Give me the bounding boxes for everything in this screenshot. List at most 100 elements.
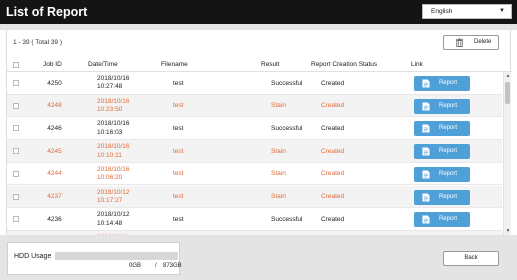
row-status: Created [321,79,345,87]
row-checkbox[interactable] [13,102,19,109]
delete-button[interactable]: Delete [443,35,499,50]
report-table-body: 4250 2018/10/16 10:27:48 test Successful Crea… [7,72,502,235]
row-filename: test [173,102,184,110]
report-list-panel: 1 - 39 ( Total 39 ) Delete Job ID Date/T… [6,30,512,235]
scrollbar-thumb[interactable] [505,82,510,104]
row-job-id: 4248 [47,102,62,110]
hdd-usage-label: HDD Usage [14,253,52,260]
report-button-label: Report [439,170,458,177]
row-result: Successful [271,215,303,223]
report-button-label: Report [439,125,458,132]
trash-icon [455,38,464,47]
row-datetime: 2018/10/16 10:27:48 [97,75,130,92]
hdd-usage-bar [55,252,178,260]
row-date: 2018/10/16 [97,120,130,128]
column-header-status[interactable]: Report Creation Status [311,58,377,72]
scroll-up-icon[interactable]: ▲ [504,72,512,80]
report-button[interactable]: Report [414,121,470,137]
hdd-separator: / [155,263,157,269]
row-status: Created [321,124,345,132]
table-row: 4244 2018/10/16 10:06:20 test Stain Created Re… [7,163,502,186]
row-date: 2018/10/16 [97,75,130,82]
report-button[interactable]: Report [414,76,470,91]
document-icon [422,102,430,111]
page-title: List of Report [6,5,88,19]
document-icon [422,193,430,201]
chevron-down-icon: ▼ [499,8,505,14]
column-header-link: Link [411,61,423,68]
row-time: 10:16:03 [97,128,123,136]
document-icon [422,170,430,179]
row-time: 10:23:50 [97,106,123,114]
row-datetime: 2018/10/16 10:23:50 [97,98,130,115]
row-filename: test [173,170,184,178]
row-time: 10:27:48 [97,83,123,91]
row-job-id: 4250 [47,79,62,87]
report-button[interactable]: Report [414,212,470,228]
row-time: 10:14:48 [97,219,123,227]
column-header-job-id[interactable]: Job ID [43,58,62,72]
row-date: 2018/10/12 [97,188,130,196]
select-all-checkbox[interactable] [13,62,19,68]
row-datetime: 2018/10/12 10:17:27 [97,189,130,206]
row-checkbox[interactable] [13,125,19,132]
report-button-label: Report [439,193,458,200]
scroll-down-icon[interactable]: ▼ [504,227,512,235]
row-result: Stain [271,102,286,110]
row-checkbox[interactable] [13,80,19,86]
record-count: 1 - 39 ( Total 39 ) [13,39,63,46]
report-button[interactable]: Report [414,189,470,205]
row-filename: test [173,147,184,155]
hdd-usage-panel: HDD Usage 0GB / 873GB [7,242,182,275]
title-bar: List of Report English ▼ [0,0,517,24]
row-filename: test [173,193,184,200]
row-checkbox[interactable] [13,148,19,155]
report-button-label: Report [439,148,458,155]
row-time: 10:06:20 [97,174,123,182]
column-header-result[interactable]: Result [261,58,279,72]
table-row: 4236 2018/10/12 10:14:48 test Successful Crea… [7,208,502,231]
row-filename: test [173,124,184,132]
row-result: Stain [271,193,286,200]
row-date: 2018/10/16 [97,143,130,151]
row-job-id: 4244 [47,170,62,178]
row-job-id: 4237 [47,193,62,200]
document-icon [422,215,430,224]
language-select[interactable]: English ▼ [422,4,512,19]
report-button-label: Report [439,80,458,86]
table-row: 4245 2018/10/16 10:10:11 test Stain Created Re… [7,140,502,163]
row-job-id: 4245 [47,147,62,155]
column-header-filename[interactable]: Filename [161,58,188,72]
table-row: 4250 2018/10/16 10:27:48 test Successful Crea… [7,72,502,95]
report-button[interactable]: Report [414,98,470,114]
table-header: Job ID Date/Time Filename Result Report … [7,58,512,72]
row-checkbox[interactable] [13,216,19,223]
column-header-datetime[interactable]: Date/Time [88,58,118,72]
report-button-label: Report [439,216,458,223]
back-button[interactable]: Back [443,251,499,266]
hdd-used-value: 0GB [129,263,142,269]
row-time: 10:10:11 [97,151,122,159]
row-date: 2018/10/16 [97,165,130,173]
row-checkbox[interactable] [13,193,19,200]
row-datetime: 2018/10/16 10:10:11 [97,143,130,160]
report-button[interactable]: Report [414,166,470,182]
row-status: Created [321,147,345,155]
document-icon [422,79,430,88]
table-row: 4237 2018/10/12 10:17:27 test Stain Created Re… [7,185,502,209]
footer-bar: HDD Usage 0GB / 873GB Back [0,235,517,280]
row-status: Created [321,170,345,178]
report-button[interactable]: Report [414,144,470,160]
row-job-id: 4236 [47,215,62,223]
vertical-scrollbar[interactable]: ▲ ▼ [503,72,511,235]
row-checkbox[interactable] [13,170,19,177]
table-row: 4248 2018/10/16 10:23:50 test Stain Created Re… [7,94,502,118]
hdd-total-value: 873GB [163,263,182,269]
row-result: Stain [271,170,286,178]
language-select-value: English [431,8,453,15]
table-row: 4246 2018/10/16 10:16:03 test Successful Crea… [7,117,502,141]
row-result: Successful [271,124,303,132]
row-datetime: 2018/10/16 10:16:03 [97,120,130,137]
report-button-label: Report [439,102,458,109]
row-datetime: 2018/10/12 10:14:48 [97,211,130,228]
